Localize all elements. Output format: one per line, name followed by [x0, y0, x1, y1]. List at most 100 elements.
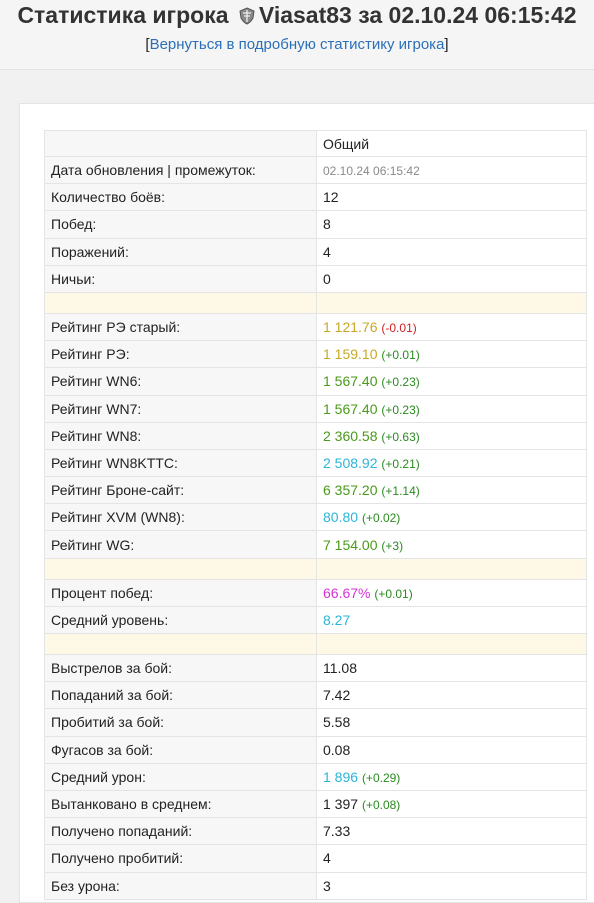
- table-row: Без урона: 3: [44, 871, 587, 900]
- table-row: Попаданий за бой: 7.42: [44, 681, 587, 710]
- stat-label: Выстрелов за бой:: [44, 653, 317, 683]
- stat-delta: (+3): [381, 538, 404, 553]
- stat-value: 1 159.10: [323, 346, 378, 363]
- stat-value-cell: 6 357.20 (+1.14): [316, 476, 587, 505]
- stat-value: 1 567.40: [323, 373, 378, 390]
- stat-value: 4: [323, 850, 331, 867]
- stat-value-cell: 7.42: [316, 681, 587, 710]
- column-header-total: Общий: [316, 130, 587, 157]
- stat-delta: (+0.63): [381, 429, 420, 444]
- stat-label: Получено попаданий:: [44, 817, 317, 846]
- table-row: Средний уровень: 8.27: [44, 605, 587, 635]
- back-to-detailed-stats-link[interactable]: Вернуться в подробную статистику игрока: [150, 36, 445, 53]
- stat-value: 2 508.92: [323, 454, 378, 471]
- stat-value-cell: 11.08: [316, 653, 587, 683]
- stat-value: 3: [323, 877, 331, 894]
- separator-row: [44, 557, 587, 580]
- stat-value: 2 360.58: [323, 427, 378, 444]
- back-link-line: [Вернуться в подробную статистику игрока…: [0, 36, 594, 53]
- table-row: Пробитий за бой: 5.58: [44, 708, 587, 737]
- player-name: Viasat83: [258, 2, 352, 28]
- separator-cell: [44, 291, 317, 314]
- stat-value: 8: [323, 216, 331, 233]
- stat-value: 12: [323, 189, 339, 206]
- title-suffix: за 02.10.24 06:15:42: [358, 2, 577, 28]
- stat-value: 1 896: [323, 768, 359, 785]
- stat-value-cell: 0: [316, 264, 587, 293]
- stat-value-cell: 02.10.24 06:15:42: [316, 155, 587, 185]
- table-row: Получено попаданий: 7.33: [44, 817, 587, 846]
- table-row: Ничьи: 0: [44, 264, 587, 293]
- stat-value: 1 397: [323, 796, 359, 813]
- stat-value: 8.27: [323, 611, 351, 628]
- stat-value-cell: 1 121.76 (-0.01): [316, 312, 587, 342]
- table-row: Фугасов за бой: 0.08: [44, 735, 587, 764]
- stat-delta: (+0.01): [381, 348, 420, 363]
- bracket-close: ]: [444, 36, 449, 53]
- separator-cell: [44, 557, 317, 580]
- stat-value-cell: 7 154.00 (+3): [316, 530, 587, 559]
- stat-delta: (+0.02): [361, 511, 401, 526]
- separator-cell: [316, 291, 587, 314]
- stat-delta: (+0.01): [374, 586, 413, 601]
- stat-value: 7 154.00: [323, 536, 378, 553]
- table-row: Рейтинг WG: 7 154.00 (+3): [44, 530, 587, 559]
- stat-label: Средний урон:: [44, 762, 317, 791]
- page-header: Статистика игрока Viasat83 за 02.10.24 0…: [0, 0, 594, 70]
- stat-label: Побед:: [44, 210, 317, 239]
- table-row: Поражений: 4: [44, 237, 587, 266]
- stat-value: 0: [323, 270, 331, 287]
- stat-value: 80.80: [323, 509, 359, 526]
- stat-label: Рейтинг WG:: [44, 530, 317, 559]
- stat-label: Рейтинг XVM (WN8):: [44, 503, 317, 532]
- stat-delta: (+0.29): [361, 770, 401, 785]
- table-row: Рейтинг WN8KTTC: 2 508.92 (+0.21): [44, 448, 587, 478]
- stat-value: 1 121.76: [323, 319, 378, 336]
- stat-label: Получено пробитий:: [44, 844, 317, 873]
- stat-value-cell: 5.58: [316, 708, 587, 737]
- page-title: Статистика игрока Viasat83 за 02.10.24 0…: [0, 2, 594, 29]
- table-row: Получено пробитий: 4: [44, 844, 587, 873]
- stat-value: 7.33: [323, 823, 351, 840]
- stat-label: Пробитий за бой:: [44, 708, 317, 737]
- title-prefix: Статистика игрока: [17, 2, 229, 28]
- separator-row: [44, 291, 587, 314]
- table-row: Рейтинг Броне-сайт: 6 357.20 (+1.14): [44, 476, 587, 505]
- stat-value-cell: 2 508.92 (+0.21): [316, 448, 587, 478]
- table-row: Рейтинг РЭ старый: 1 121.76 (-0.01): [44, 312, 587, 342]
- stat-label: Рейтинг WN7:: [44, 394, 317, 423]
- stat-value-cell: 80.80 (+0.02): [316, 503, 587, 532]
- table-row: Процент побед: 66.67% (+0.01): [44, 578, 587, 607]
- table-row: Средний урон: 1 896 (+0.29): [44, 762, 587, 791]
- stat-label: Рейтинг Броне-сайт:: [44, 476, 317, 505]
- stat-label: Средний уровень:: [44, 605, 317, 635]
- stat-delta: (+1.14): [381, 484, 420, 499]
- stat-value-cell: 1 567.40 (+0.23): [316, 394, 587, 423]
- stat-value-cell: 4: [316, 844, 587, 873]
- stat-value: 1 567.40: [323, 400, 378, 417]
- stat-label: Без урона:: [44, 871, 317, 900]
- table-row: Дата обновления | промежуток: 02.10.24 06…: [44, 155, 587, 185]
- wot-emblem-icon: [238, 4, 256, 25]
- table-row: Вытанковано в среднем: 1 397 (+0.08): [44, 789, 587, 819]
- stat-label: Количество боёв:: [44, 183, 317, 212]
- stat-label: Вытанковано в среднем:: [44, 789, 317, 819]
- stats-table: Общий Дата обновления | промежуток: 02.10…: [44, 130, 587, 900]
- stat-value-cell: 66.67% (+0.01): [316, 578, 587, 607]
- stat-delta: (-0.01): [381, 321, 417, 336]
- stat-label: Рейтинг WN8KTTC:: [44, 448, 317, 478]
- table-header-row: Общий: [44, 130, 587, 157]
- table-row: Побед: 8: [44, 210, 587, 239]
- stat-label: Попаданий за бой:: [44, 681, 317, 710]
- header-empty-cell: [44, 130, 317, 157]
- separator-cell: [316, 557, 587, 580]
- stat-value-cell: 8: [316, 210, 587, 239]
- stat-label: Рейтинг WN8:: [44, 421, 317, 450]
- stat-value-cell: 0.08: [316, 735, 587, 764]
- separator-cell: [316, 633, 587, 655]
- stat-value: 02.10.24 06:15:42: [323, 164, 420, 179]
- stat-label: Фугасов за бой:: [44, 735, 317, 764]
- table-row: Рейтинг WN8: 2 360.58 (+0.63): [44, 421, 587, 450]
- stat-label: Процент побед:: [44, 578, 317, 607]
- stat-value: 7.42: [323, 687, 351, 704]
